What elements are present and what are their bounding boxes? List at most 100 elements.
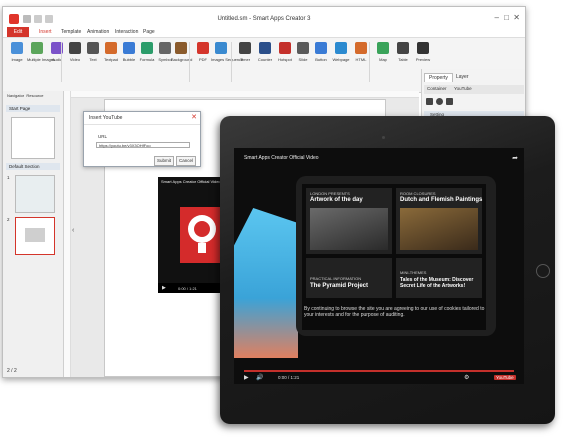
- ribbon-label: Formula: [139, 57, 155, 62]
- tab-edit[interactable]: Edit: [7, 27, 29, 37]
- ribbon-label: Textpad: [103, 57, 118, 62]
- animation-icon[interactable]: [436, 98, 443, 105]
- formula-icon: [141, 42, 153, 54]
- bubble-icon: [123, 42, 135, 54]
- text-icon: [87, 42, 99, 54]
- counter-button[interactable]: Counter: [255, 42, 275, 62]
- ribbon-divider: [189, 42, 190, 82]
- multiple-images-icon: [31, 42, 43, 54]
- video-progress-bar[interactable]: [244, 370, 514, 372]
- thumbnail-video-placeholder: [25, 228, 45, 242]
- ribbon-label: PDF: [199, 57, 207, 62]
- collapse-arrow-icon[interactable]: ‹: [72, 227, 74, 234]
- embedded-youtube-video[interactable]: Smart Apps Creator Official Video ▶ 0:00…: [158, 177, 228, 293]
- cookie-notice: By continuing to browse the site you are…: [304, 306, 485, 318]
- cancel-button[interactable]: Cancel: [176, 156, 196, 166]
- page-number: 2: [7, 217, 10, 222]
- html-button[interactable]: HTML: [351, 42, 371, 62]
- button-icon: [315, 42, 327, 54]
- preview-button[interactable]: Preview: [413, 42, 433, 62]
- slide-button[interactable]: Slide: [293, 42, 313, 62]
- tab-animation[interactable]: Animation: [87, 29, 109, 35]
- bubble-button[interactable]: Bubble: [119, 42, 139, 62]
- video-controls: ▶ 0:00 / 1:21: [158, 283, 228, 293]
- settings-gear-icon[interactable]: [426, 98, 433, 105]
- section-header[interactable]: Default Section: [6, 163, 60, 170]
- video-time: 0:00 / 1:21: [278, 375, 300, 380]
- webpage-button[interactable]: Webpage: [331, 42, 351, 62]
- map-button[interactable]: Map: [373, 42, 393, 62]
- tablet-screen: Smart Apps Creator Official Video ➦ LOND…: [234, 148, 524, 384]
- dialog-title: Insert YouTube: [84, 112, 200, 125]
- pdf-icon: [197, 42, 209, 54]
- content-pane: LONDON PRESENTS Artwork of the day: [306, 188, 392, 254]
- ribbon-label: Image: [11, 57, 23, 62]
- table-button[interactable]: Table: [393, 42, 413, 62]
- navigator-tabs: Navigator Resource: [3, 91, 63, 103]
- ribbon-label: Slide: [298, 57, 308, 62]
- textpad-button[interactable]: Textpad: [101, 42, 121, 62]
- images-sequence-button[interactable]: Images Sequence: [211, 42, 243, 62]
- page-number: 1: [7, 175, 10, 180]
- menu-tabs: Edit Insert Template Animation Interacti…: [3, 27, 525, 37]
- webpage-icon: [335, 42, 347, 54]
- ribbon-label: Video: [69, 57, 81, 62]
- video-title: Smart Apps Creator Official Video: [161, 179, 221, 184]
- text-button[interactable]: Text: [83, 42, 103, 62]
- ribbon-label: Button: [315, 57, 327, 62]
- play-icon[interactable]: ▶: [162, 285, 166, 291]
- tab-resource[interactable]: Resource: [26, 93, 43, 98]
- timer-button[interactable]: Timer: [235, 42, 255, 62]
- navigator-panel: Navigator Resource Start Page Default Se…: [3, 91, 64, 377]
- volume-icon[interactable]: 🔊: [256, 374, 263, 381]
- table-icon: [397, 42, 409, 54]
- hotspot-button[interactable]: Hotspot: [275, 42, 295, 62]
- tab-layer[interactable]: Layer: [452, 73, 473, 81]
- ribbon-label: HTML: [355, 57, 367, 62]
- app-logo-icon: [188, 215, 216, 253]
- tab-insert[interactable]: Insert: [39, 29, 52, 35]
- dialog-close-icon[interactable]: ✕: [191, 113, 197, 121]
- url-input[interactable]: https://youtu.be/v3X3OHfFoo: [96, 142, 190, 148]
- page-thumbnail-selected[interactable]: [15, 217, 55, 255]
- ribbon-divider: [231, 42, 232, 82]
- tab-interaction[interactable]: Interaction: [115, 29, 138, 35]
- settings-gear-icon[interactable]: ⚙: [464, 374, 469, 381]
- start-page-thumbnail[interactable]: [11, 117, 55, 159]
- page-thumbnail[interactable]: [15, 175, 55, 213]
- share-icon[interactable]: ➦: [512, 154, 518, 162]
- ribbon-label: Preview: [415, 57, 431, 62]
- timer-icon: [239, 42, 251, 54]
- link-icon[interactable]: [446, 98, 453, 105]
- artwork-image: [310, 208, 388, 250]
- tab-youtube[interactable]: YouTube: [454, 86, 472, 91]
- ribbon-label: Audio: [51, 57, 63, 62]
- youtube-logo[interactable]: YouTube: [494, 375, 516, 380]
- tab-container[interactable]: Container: [427, 86, 447, 91]
- multiple-images-button[interactable]: Multiple Images: [27, 42, 55, 62]
- content-pane: MINI-THEMES Tales of the Museum: Discove…: [396, 258, 482, 298]
- start-page-header: Start Page: [6, 105, 60, 112]
- formula-button[interactable]: Formula: [137, 42, 157, 62]
- button-button[interactable]: Button: [311, 42, 331, 62]
- tab-template[interactable]: Template: [61, 29, 81, 35]
- audio-button[interactable]: Audio: [47, 42, 67, 62]
- play-icon[interactable]: ▶: [244, 374, 249, 381]
- ribbon-label: Table: [398, 57, 408, 62]
- ribbon-label: Map: [379, 57, 387, 62]
- pane-label: ROOM CLOSURES: [400, 191, 436, 196]
- home-button[interactable]: [536, 264, 550, 278]
- pdf-button[interactable]: PDF: [193, 42, 213, 62]
- maximize-button[interactable]: □: [504, 13, 509, 23]
- minimize-button[interactable]: –: [495, 13, 499, 23]
- counter-icon: [259, 42, 271, 54]
- tab-navigator[interactable]: Navigator: [7, 93, 24, 98]
- close-button[interactable]: ✕: [513, 13, 520, 23]
- submit-button[interactable]: Submit: [154, 156, 174, 166]
- tab-property[interactable]: Property: [424, 73, 453, 82]
- property-subtabs: Container YouTube: [424, 85, 524, 94]
- tab-page[interactable]: Page: [143, 29, 155, 35]
- video-button[interactable]: Video: [65, 42, 85, 62]
- image-button[interactable]: Image: [7, 42, 27, 62]
- background-button[interactable]: Background: [171, 42, 192, 62]
